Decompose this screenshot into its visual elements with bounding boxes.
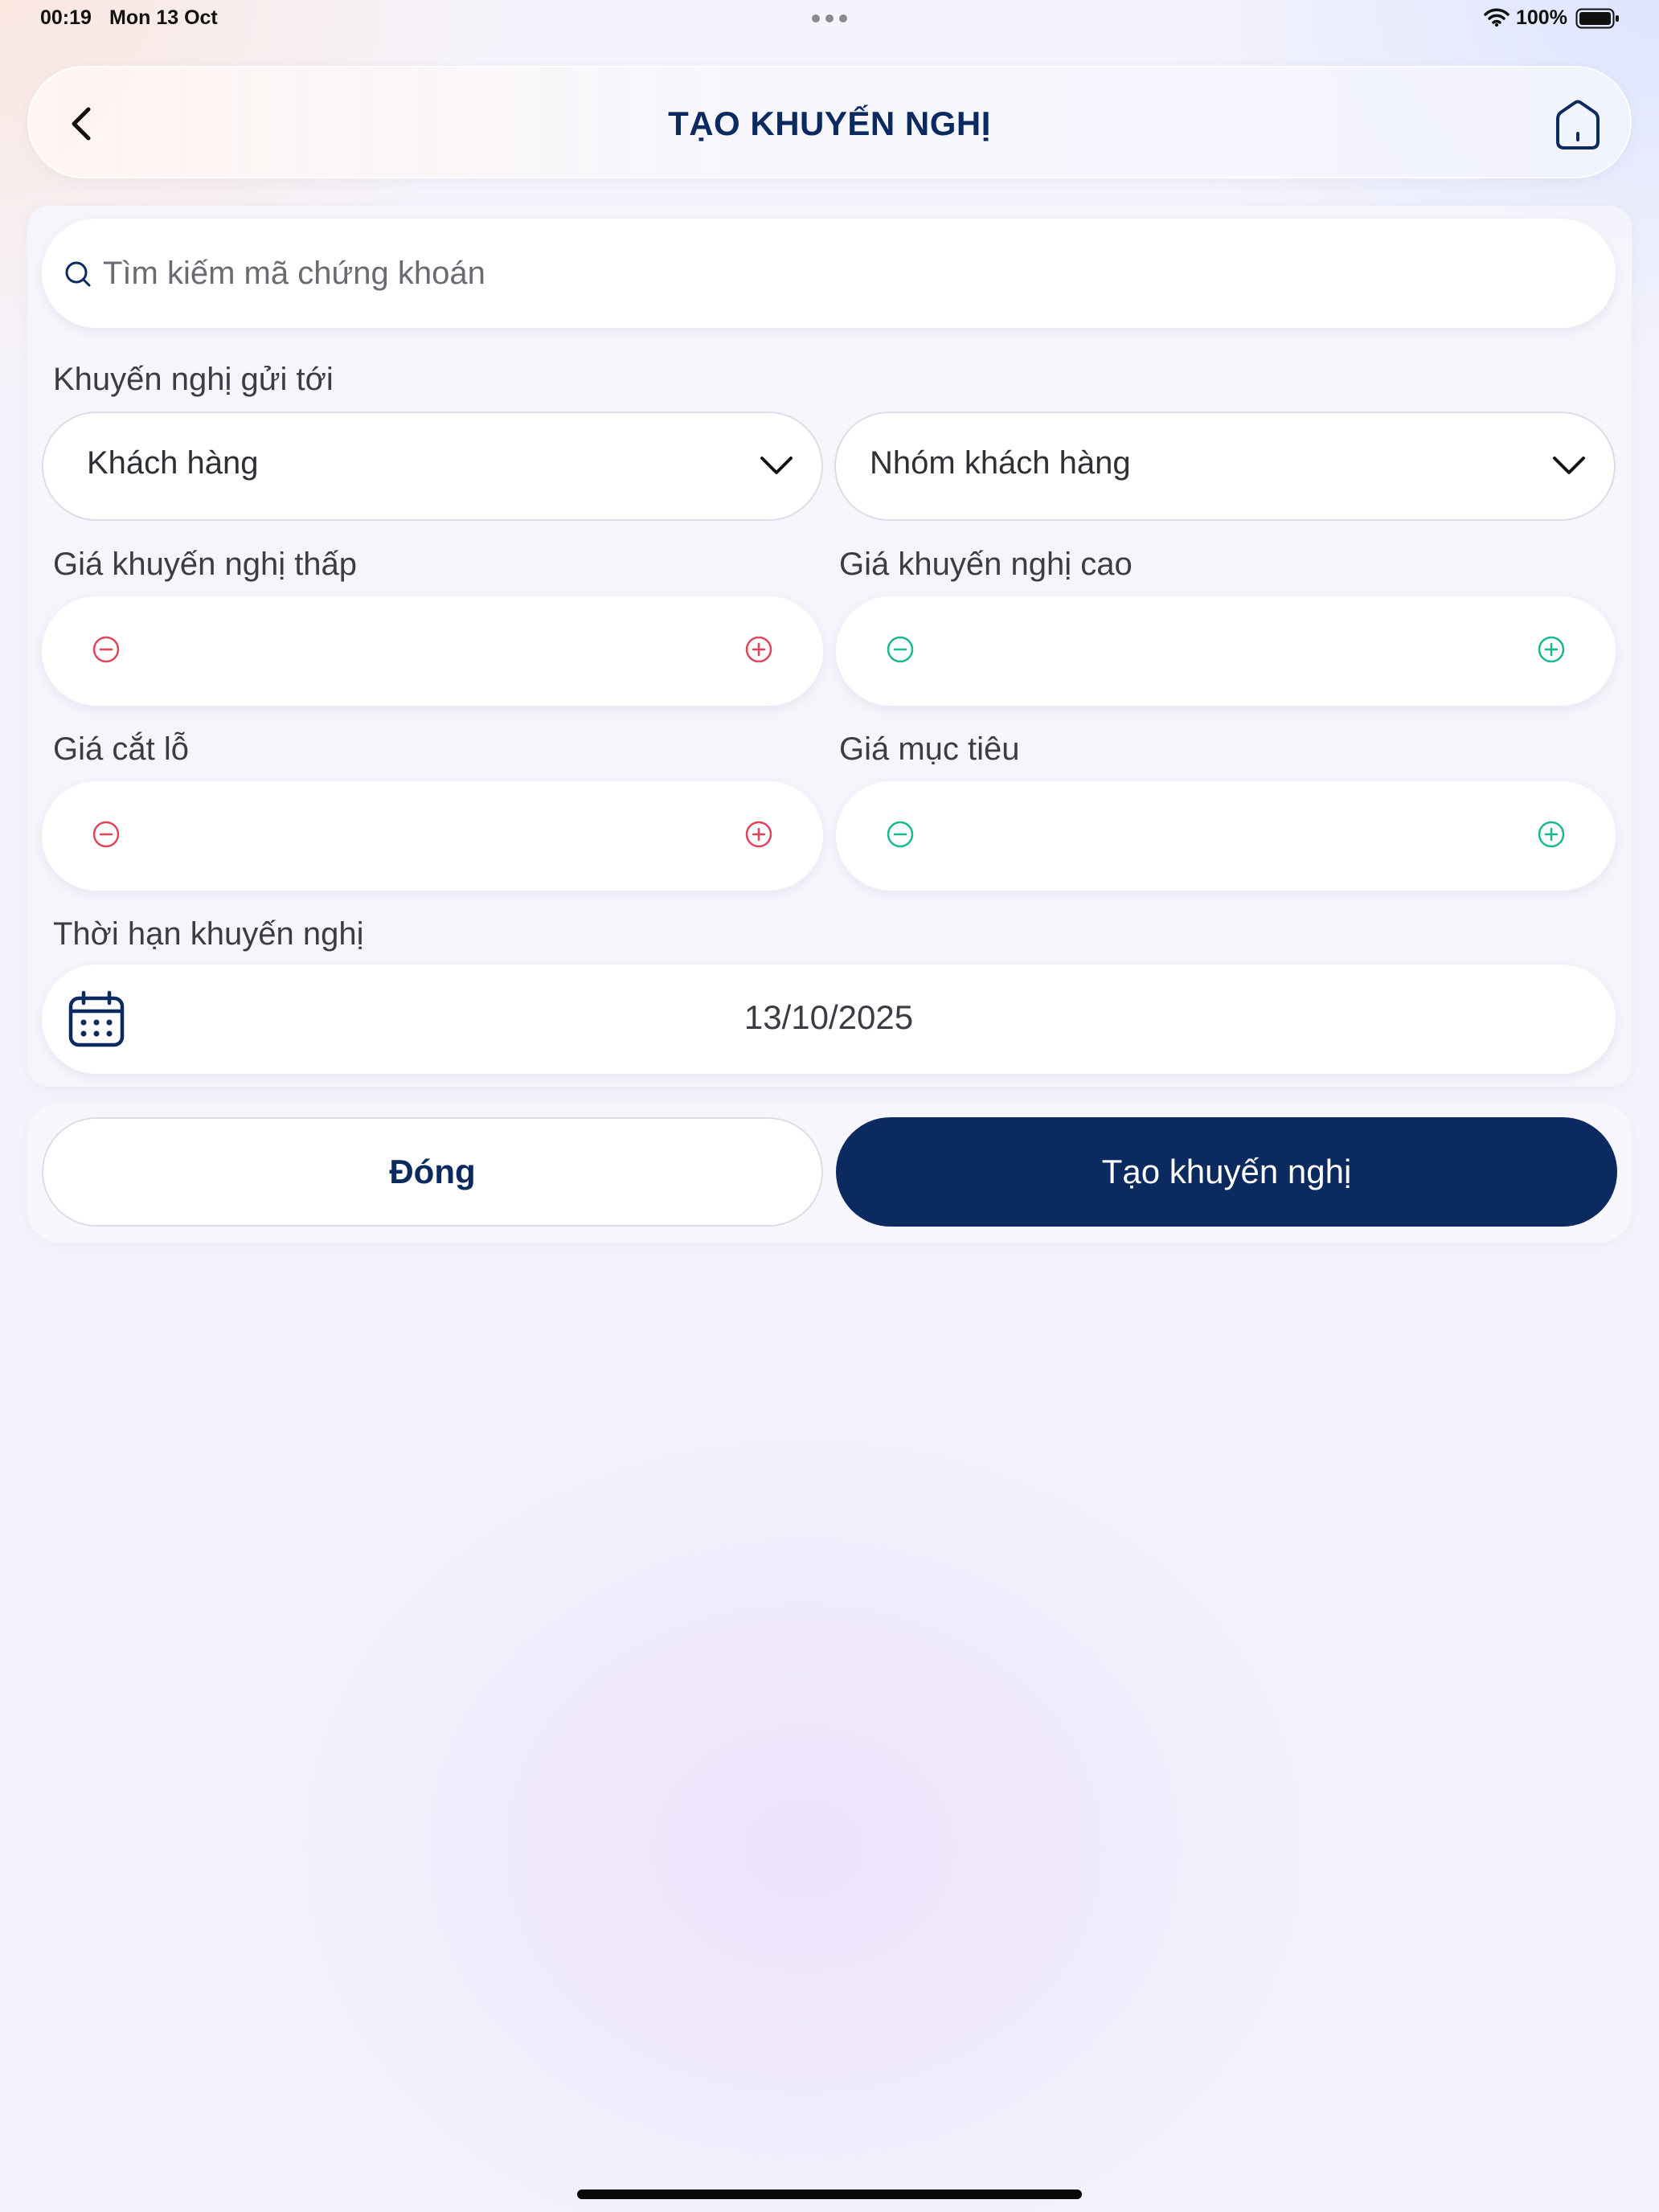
battery-percent: 100% [1516,6,1567,29]
customer-group-dropdown[interactable]: Nhóm khách hàng [834,412,1616,521]
low-price-label: Giá khuyến nghị thấp [53,547,358,582]
chevron-down-icon [760,457,793,474]
status-date: Mon 13 Oct [109,6,218,29]
plus-circle-icon[interactable] [1537,635,1566,664]
minus-circle-icon[interactable] [886,635,915,664]
stop-loss-stepper[interactable] [42,781,823,891]
status-bar: 00:19 Mon 13 Oct 100% [0,0,1659,39]
high-price-label: Giá khuyến nghị cao [839,547,1133,582]
low-price-stepper[interactable] [42,596,823,706]
customer-dropdown-value: Khách hàng [87,445,259,481]
customer-dropdown[interactable]: Khách hàng [42,412,823,521]
plus-circle-icon[interactable] [744,635,773,664]
customer-group-dropdown-value: Nhóm khách hàng [870,445,1131,481]
home-indicator[interactable] [577,2189,1082,2199]
stop-loss-label: Giá cắt lỗ [53,731,189,767]
target-price-stepper[interactable] [836,781,1616,891]
minus-circle-icon[interactable] [886,820,915,849]
wifi-icon [1484,8,1509,27]
recommendation-form: Khuyến nghị gửi tới Khách hàng Nhóm khác… [27,206,1632,1087]
close-button[interactable]: Đóng [42,1117,823,1227]
multitasking-dots-icon[interactable] [812,14,847,23]
target-price-label: Giá mục tiêu [839,731,1020,767]
create-recommendation-button[interactable]: Tạo khuyến nghị [836,1117,1617,1227]
action-bar: Đóng Tạo khuyến nghị [27,1103,1632,1243]
page-title: TẠO KHUYẾN NGHỊ [668,104,991,142]
search-icon [65,261,91,287]
plus-circle-icon[interactable] [1537,820,1566,849]
recipients-label: Khuyến nghị gửi tới [53,362,334,397]
duration-date-picker[interactable]: 13/10/2025 [42,965,1616,1074]
plus-circle-icon[interactable] [744,820,773,849]
minus-circle-icon[interactable] [92,635,121,664]
top-app-bar: TẠO KHUYẾN NGHỊ [27,66,1632,178]
search-input[interactable] [103,246,1550,301]
status-time: 00:19 [40,6,92,29]
search-bar[interactable] [42,219,1616,328]
battery-icon [1575,8,1619,29]
duration-date-value: 13/10/2025 [743,998,914,1036]
minus-circle-icon[interactable] [92,820,121,849]
chevron-down-icon [1553,457,1585,474]
duration-label: Thời hạn khuyến nghị [53,916,364,952]
home-icon[interactable] [1550,96,1606,153]
high-price-stepper[interactable] [836,596,1616,706]
